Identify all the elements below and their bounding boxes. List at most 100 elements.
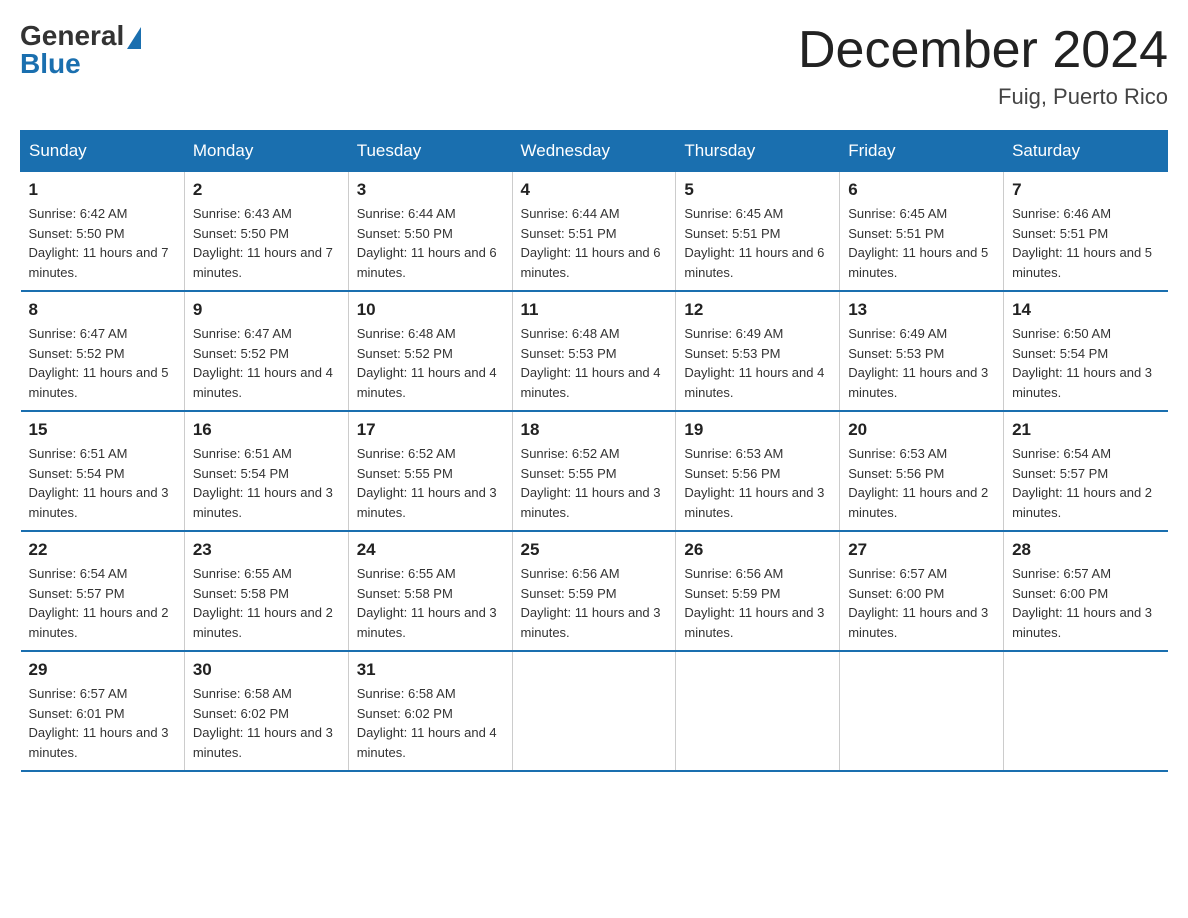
day-number: 13 <box>848 300 995 320</box>
day-info: Sunrise: 6:55 AMSunset: 5:58 PMDaylight:… <box>357 564 504 642</box>
calendar-day-cell: 17 Sunrise: 6:52 AMSunset: 5:55 PMDayligh… <box>348 411 512 531</box>
column-header-saturday: Saturday <box>1004 131 1168 172</box>
day-number: 4 <box>521 180 668 200</box>
calendar-day-cell: 3Sunrise: 6:44 AMSunset: 5:50 PMDaylight… <box>348 172 512 292</box>
calendar-week-row: 15 Sunrise: 6:51 AMSunset: 5:54 PMDayligh… <box>21 411 1168 531</box>
day-number: 19 <box>684 420 831 440</box>
day-number: 17 <box>357 420 504 440</box>
day-info: Sunrise: 6:56 AMSunset: 5:59 PMDaylight:… <box>521 564 668 642</box>
day-number: 5 <box>684 180 831 200</box>
day-info: Sunrise: 6:49 AMSunset: 5:53 PMDaylight:… <box>848 324 995 402</box>
calendar-day-cell: 25 Sunrise: 6:56 AMSunset: 5:59 PMDayligh… <box>512 531 676 651</box>
calendar-day-cell: 23Sunrise: 6:55 AMSunset: 5:58 PMDayligh… <box>184 531 348 651</box>
logo-triangle-icon <box>127 27 141 49</box>
day-number: 28 <box>1012 540 1159 560</box>
calendar-day-cell: 6 Sunrise: 6:45 AMSunset: 5:51 PMDaylight… <box>840 172 1004 292</box>
day-info: Sunrise: 6:56 AMSunset: 5:59 PMDaylight:… <box>684 564 831 642</box>
calendar-day-cell: 4Sunrise: 6:44 AMSunset: 5:51 PMDaylight… <box>512 172 676 292</box>
day-number: 10 <box>357 300 504 320</box>
day-number: 14 <box>1012 300 1159 320</box>
calendar-day-cell: 27Sunrise: 6:57 AMSunset: 6:00 PMDayligh… <box>840 531 1004 651</box>
calendar-day-cell: 30 Sunrise: 6:58 AMSunset: 6:02 PMDayligh… <box>184 651 348 771</box>
calendar-header-row: SundayMondayTuesdayWednesdayThursdayFrid… <box>21 131 1168 172</box>
calendar-week-row: 8 Sunrise: 6:47 AMSunset: 5:52 PMDaylight… <box>21 291 1168 411</box>
day-info: Sunrise: 6:47 AMSunset: 5:52 PMDaylight:… <box>193 324 340 402</box>
location: Fuig, Puerto Rico <box>798 84 1168 110</box>
calendar-day-cell: 11 Sunrise: 6:48 AMSunset: 5:53 PMDayligh… <box>512 291 676 411</box>
day-number: 27 <box>848 540 995 560</box>
day-number: 2 <box>193 180 340 200</box>
calendar-day-cell: 21 Sunrise: 6:54 AMSunset: 5:57 PMDayligh… <box>1004 411 1168 531</box>
day-number: 25 <box>521 540 668 560</box>
calendar-day-cell: 19 Sunrise: 6:53 AMSunset: 5:56 PMDayligh… <box>676 411 840 531</box>
calendar-day-cell: 26 Sunrise: 6:56 AMSunset: 5:59 PMDayligh… <box>676 531 840 651</box>
page-header: General Blue December 2024 Fuig, Puerto … <box>20 20 1168 110</box>
calendar-day-cell: 28 Sunrise: 6:57 AMSunset: 6:00 PMDayligh… <box>1004 531 1168 651</box>
day-number: 12 <box>684 300 831 320</box>
calendar-day-cell: 16Sunrise: 6:51 AMSunset: 5:54 PMDayligh… <box>184 411 348 531</box>
calendar-day-cell <box>1004 651 1168 771</box>
day-number: 21 <box>1012 420 1159 440</box>
calendar-day-cell: 14 Sunrise: 6:50 AMSunset: 5:54 PMDayligh… <box>1004 291 1168 411</box>
calendar-day-cell: 12Sunrise: 6:49 AMSunset: 5:53 PMDayligh… <box>676 291 840 411</box>
day-info: Sunrise: 6:44 AMSunset: 5:50 PMDaylight:… <box>357 204 504 282</box>
day-info: Sunrise: 6:52 AMSunset: 5:55 PMDaylight:… <box>357 444 504 522</box>
day-number: 15 <box>29 420 176 440</box>
calendar-day-cell <box>676 651 840 771</box>
calendar-day-cell <box>512 651 676 771</box>
logo-blue-text: Blue <box>20 48 81 80</box>
day-number: 29 <box>29 660 176 680</box>
calendar-week-row: 1 Sunrise: 6:42 AMSunset: 5:50 PMDaylight… <box>21 172 1168 292</box>
day-info: Sunrise: 6:53 AMSunset: 5:56 PMDaylight:… <box>848 444 995 522</box>
day-number: 16 <box>193 420 340 440</box>
day-info: Sunrise: 6:42 AMSunset: 5:50 PMDaylight:… <box>29 204 176 282</box>
day-number: 7 <box>1012 180 1159 200</box>
day-number: 23 <box>193 540 340 560</box>
day-info: Sunrise: 6:51 AMSunset: 5:54 PMDaylight:… <box>29 444 176 522</box>
column-header-sunday: Sunday <box>21 131 185 172</box>
calendar-day-cell: 7 Sunrise: 6:46 AMSunset: 5:51 PMDaylight… <box>1004 172 1168 292</box>
day-number: 30 <box>193 660 340 680</box>
day-number: 8 <box>29 300 176 320</box>
calendar-table: SundayMondayTuesdayWednesdayThursdayFrid… <box>20 130 1168 772</box>
day-info: Sunrise: 6:58 AMSunset: 6:02 PMDaylight:… <box>193 684 340 762</box>
day-number: 6 <box>848 180 995 200</box>
day-number: 11 <box>521 300 668 320</box>
day-info: Sunrise: 6:53 AMSunset: 5:56 PMDaylight:… <box>684 444 831 522</box>
day-number: 9 <box>193 300 340 320</box>
column-header-thursday: Thursday <box>676 131 840 172</box>
day-info: Sunrise: 6:54 AMSunset: 5:57 PMDaylight:… <box>1012 444 1159 522</box>
calendar-day-cell: 22 Sunrise: 6:54 AMSunset: 5:57 PMDayligh… <box>21 531 185 651</box>
day-number: 1 <box>29 180 176 200</box>
calendar-week-row: 22 Sunrise: 6:54 AMSunset: 5:57 PMDayligh… <box>21 531 1168 651</box>
calendar-day-cell: 9 Sunrise: 6:47 AMSunset: 5:52 PMDaylight… <box>184 291 348 411</box>
calendar-week-row: 29 Sunrise: 6:57 AMSunset: 6:01 PMDayligh… <box>21 651 1168 771</box>
calendar-day-cell: 31Sunrise: 6:58 AMSunset: 6:02 PMDayligh… <box>348 651 512 771</box>
day-info: Sunrise: 6:52 AMSunset: 5:55 PMDaylight:… <box>521 444 668 522</box>
calendar-day-cell: 13 Sunrise: 6:49 AMSunset: 5:53 PMDayligh… <box>840 291 1004 411</box>
day-number: 24 <box>357 540 504 560</box>
day-info: Sunrise: 6:57 AMSunset: 6:01 PMDaylight:… <box>29 684 176 762</box>
month-title: December 2024 <box>798 20 1168 80</box>
calendar-day-cell: 29 Sunrise: 6:57 AMSunset: 6:01 PMDayligh… <box>21 651 185 771</box>
title-section: December 2024 Fuig, Puerto Rico <box>798 20 1168 110</box>
day-info: Sunrise: 6:45 AMSunset: 5:51 PMDaylight:… <box>848 204 995 282</box>
day-info: Sunrise: 6:47 AMSunset: 5:52 PMDaylight:… <box>29 324 176 402</box>
day-info: Sunrise: 6:46 AMSunset: 5:51 PMDaylight:… <box>1012 204 1159 282</box>
column-header-monday: Monday <box>184 131 348 172</box>
day-info: Sunrise: 6:48 AMSunset: 5:52 PMDaylight:… <box>357 324 504 402</box>
day-number: 26 <box>684 540 831 560</box>
column-header-wednesday: Wednesday <box>512 131 676 172</box>
calendar-day-cell: 18Sunrise: 6:52 AMSunset: 5:55 PMDayligh… <box>512 411 676 531</box>
day-info: Sunrise: 6:48 AMSunset: 5:53 PMDaylight:… <box>521 324 668 402</box>
calendar-day-cell: 24 Sunrise: 6:55 AMSunset: 5:58 PMDayligh… <box>348 531 512 651</box>
day-info: Sunrise: 6:50 AMSunset: 5:54 PMDaylight:… <box>1012 324 1159 402</box>
day-number: 22 <box>29 540 176 560</box>
calendar-day-cell: 10 Sunrise: 6:48 AMSunset: 5:52 PMDayligh… <box>348 291 512 411</box>
calendar-day-cell: 20Sunrise: 6:53 AMSunset: 5:56 PMDayligh… <box>840 411 1004 531</box>
day-info: Sunrise: 6:54 AMSunset: 5:57 PMDaylight:… <box>29 564 176 642</box>
calendar-day-cell: 8 Sunrise: 6:47 AMSunset: 5:52 PMDaylight… <box>21 291 185 411</box>
day-number: 31 <box>357 660 504 680</box>
day-info: Sunrise: 6:57 AMSunset: 6:00 PMDaylight:… <box>1012 564 1159 642</box>
calendar-day-cell <box>840 651 1004 771</box>
